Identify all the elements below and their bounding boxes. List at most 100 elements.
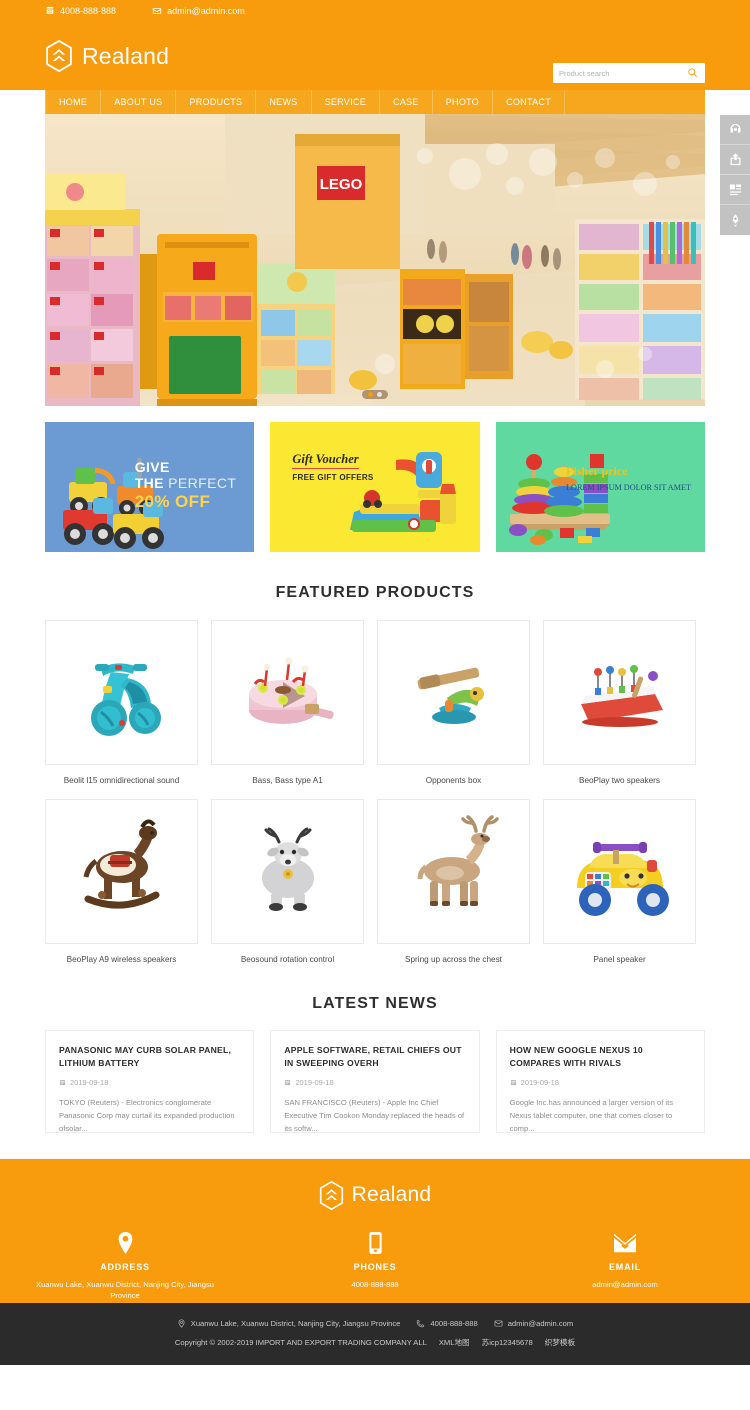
- nav-item-products[interactable]: PRODUCTS: [176, 90, 257, 114]
- promo-1-line3: 20% OFF: [134, 492, 211, 512]
- product-name: Beosound rotation control: [240, 954, 335, 964]
- location-pin-icon: [177, 1319, 186, 1328]
- search-icon[interactable]: [687, 67, 699, 79]
- footer-brand-logo[interactable]: Realand: [0, 1159, 750, 1210]
- topbar-phone-text: 4008-888-888: [60, 6, 117, 16]
- topbar-email[interactable]: admin@admin.com: [152, 6, 245, 16]
- bottom-email-text: admin@admin.com: [507, 1319, 574, 1329]
- product-name: Panel speaker: [593, 954, 646, 964]
- promo-3-line1: Fisher price: [566, 464, 628, 478]
- product-thumbnail: [211, 620, 364, 765]
- brand-logo[interactable]: Realand: [45, 40, 169, 72]
- news-card[interactable]: APPLE SOFTWARE, RETAIL CHIEFS OUT IN SWE…: [270, 1029, 480, 1133]
- link-xml-sitemap[interactable]: XML地图: [439, 1337, 470, 1348]
- bottom-email: admin@admin.com: [494, 1319, 574, 1329]
- toy-car-garage-playset-image: [349, 452, 456, 532]
- calendar-icon: [510, 1079, 517, 1086]
- hero-carousel[interactable]: LEGO: [45, 114, 705, 406]
- product-name: BeoPlay A9 wireless speakers: [66, 954, 177, 964]
- nav-item-contact[interactable]: CONTACT: [493, 90, 566, 114]
- topbar-phone[interactable]: 4008-888-888: [45, 6, 116, 16]
- search-box[interactable]: [553, 63, 705, 83]
- nav-item-about-us[interactable]: ABOUT US: [101, 90, 177, 114]
- grey-plush-deer-image: [261, 827, 314, 912]
- nav-label: NEWS: [269, 97, 298, 107]
- footer-phones-title: PHONES: [353, 1261, 397, 1272]
- envelope-icon: [494, 1319, 503, 1328]
- promo-banners: GIVE THE PERFECT 20% OFF Gift Voucher FR…: [45, 422, 705, 552]
- product-name: Bass, Bass type A1: [252, 776, 323, 785]
- carousel-indicators[interactable]: [362, 390, 388, 399]
- envelope-icon: [152, 6, 162, 16]
- search-input[interactable]: [559, 68, 687, 78]
- bottom-contact-row: Xuanwu Lake, Xuanwu District, Nanjing Ci…: [177, 1319, 573, 1328]
- nav-item-service[interactable]: SERVICE: [312, 90, 381, 114]
- product-thumbnail: [543, 620, 696, 765]
- footer-email-value: admin@admin.com: [592, 1279, 658, 1289]
- product-thumbnail: [45, 798, 198, 944]
- news-card[interactable]: HOW NEW GOOGLE NEXUS 10 COMPARES WITH RI…: [495, 1029, 705, 1133]
- pink-toy-birthday-cake-image: [248, 657, 334, 724]
- qrcode-icon[interactable]: [720, 175, 750, 205]
- link-icp-license[interactable]: 苏icp12345678: [482, 1337, 533, 1348]
- copyright-text: Copyright © 2002-2019 IMPORT AND EXPORT …: [174, 1338, 427, 1348]
- headset-support-icon[interactable]: [720, 115, 750, 145]
- footer-columns: ADDRESS Xuanwu Lake, Xuanwu District, Na…: [0, 1229, 750, 1302]
- product-card[interactable]: BeoPlay two speakers: [543, 620, 696, 786]
- yellow-ride-on-car-image: [576, 842, 669, 917]
- rocket-top-icon[interactable]: [720, 205, 750, 235]
- promo-1-line2-thin: PERFECT: [163, 474, 237, 491]
- bottom-address: Xuanwu Lake, Xuanwu District, Nanjing Ci…: [177, 1319, 401, 1329]
- bottom-phone: 4008-888-888: [416, 1319, 478, 1328]
- product-thumbnail: [211, 798, 364, 944]
- brand-name: Realand: [82, 42, 170, 69]
- nav-item-case[interactable]: CASE: [380, 90, 433, 114]
- news-date-text: 2019-09-18: [520, 1078, 560, 1088]
- footer-email-title: EMAIL: [609, 1261, 641, 1272]
- latest-news-title: LATEST NEWS: [312, 994, 438, 1012]
- side-toolbar[interactable]: [720, 115, 750, 235]
- footer-column-address: ADDRESS Xuanwu Lake, Xuanwu District, Na…: [0, 1229, 250, 1302]
- product-card[interactable]: BeoPlay A9 wireless speakers: [45, 798, 198, 965]
- calendar-icon: [284, 1079, 291, 1086]
- carousel-dot-1[interactable]: [368, 392, 373, 397]
- toy-xylophone-workbench-image: [580, 664, 663, 727]
- product-card[interactable]: Panel speaker: [543, 798, 696, 965]
- product-card[interactable]: Opponents box: [377, 620, 530, 786]
- link-template-credit[interactable]: 织梦模板: [545, 1337, 575, 1348]
- footer-column-phones: PHONES 4008-888-888: [250, 1229, 500, 1302]
- product-thumbnail: [377, 620, 530, 765]
- bottom-bar: Xuanwu Lake, Xuanwu District, Nanjing Ci…: [0, 1302, 750, 1365]
- latest-news-list: PANASONIC MAY CURB SOLAR PANEL, LITHIUM …: [45, 1029, 705, 1133]
- promo-1-line2-bold: THE: [134, 474, 164, 491]
- news-date: 2019-09-18: [510, 1078, 691, 1087]
- product-card[interactable]: Spring up across the chest: [377, 798, 530, 965]
- news-date: 2019-09-18: [59, 1078, 240, 1087]
- product-card[interactable]: Beolit l15 omnidirectional sound: [45, 620, 198, 786]
- hero-image-toy-store: LEGO: [45, 114, 705, 406]
- news-title: APPLE SOFTWARE, RETAIL CHIEFS OUT IN SWE…: [284, 1044, 462, 1068]
- nav-item-home[interactable]: HOME: [45, 90, 102, 114]
- bottom-address-text: Xuanwu Lake, Xuanwu District, Nanjing Ci…: [190, 1319, 401, 1329]
- location-pin-icon: [0, 1229, 250, 1257]
- nav-label: PHOTO: [445, 97, 480, 107]
- promo-banner-gift-voucher[interactable]: Gift Voucher FREE GIFT OFFERS: [270, 422, 480, 552]
- news-date-text: 2019-09-18: [70, 1078, 109, 1088]
- topbar-email-text: admin@admin.com: [167, 6, 245, 16]
- phone-handset-icon: [416, 1319, 425, 1328]
- nav-item-photo[interactable]: PHOTO: [433, 90, 494, 114]
- nav-item-news[interactable]: NEWS: [256, 90, 312, 114]
- product-thumbnail: [543, 798, 696, 944]
- share-icon[interactable]: [720, 145, 750, 175]
- product-thumbnail: [45, 620, 198, 765]
- promo-3-line2: LOREM IPSUM DOLOR SIT AMET: [566, 483, 691, 492]
- carousel-dot-2[interactable]: [377, 392, 382, 397]
- promo-1-text: GIVE THE PERFECT 20% OFF: [134, 459, 237, 512]
- promo-banner-fisher-price[interactable]: Fisher price LOREM IPSUM DOLOR SIT AMET: [495, 422, 705, 552]
- product-card[interactable]: Beosound rotation control: [211, 798, 364, 965]
- promo-banner-20-off[interactable]: GIVE THE PERFECT 20% OFF: [45, 422, 255, 552]
- news-title: PANASONIC MAY CURB SOLAR PANEL, LITHIUM …: [59, 1044, 232, 1068]
- product-card[interactable]: Bass, Bass type A1: [211, 620, 364, 786]
- product-name: Spring up across the chest: [405, 954, 502, 964]
- news-card[interactable]: PANASONIC MAY CURB SOLAR PANEL, LITHIUM …: [45, 1029, 255, 1133]
